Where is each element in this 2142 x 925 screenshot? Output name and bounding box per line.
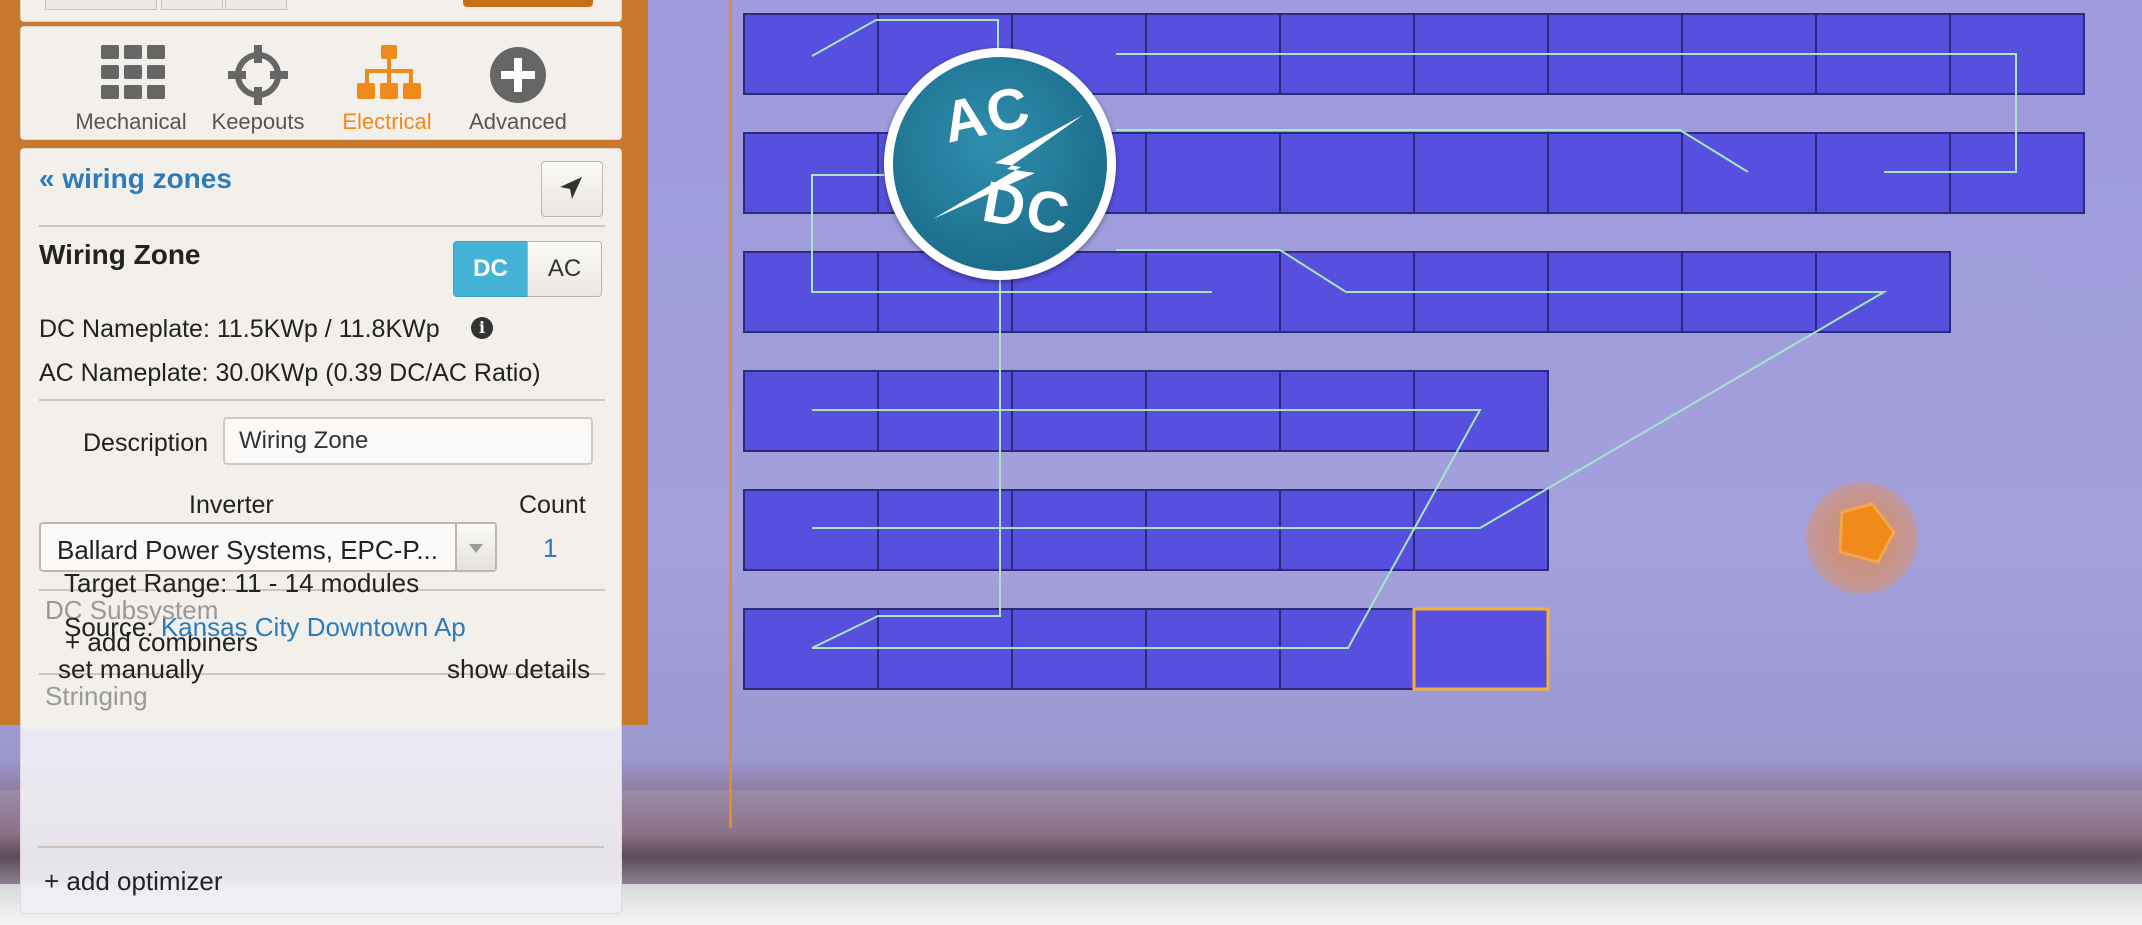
locate-button[interactable] — [541, 161, 603, 217]
inverter-selected-value: Ballard Power Systems, EPC-P... — [57, 535, 438, 565]
solar-module[interactable] — [1145, 489, 1281, 571]
grid-icon — [101, 45, 165, 99]
solar-module[interactable] — [743, 13, 879, 95]
description-label: Description — [83, 429, 209, 457]
solar-module[interactable] — [1413, 489, 1549, 571]
inverter-count[interactable]: 1 — [543, 533, 557, 564]
solar-module[interactable] — [877, 489, 1013, 571]
top-toolbar-strip — [20, 0, 622, 22]
string-wire-6 — [811, 280, 1482, 649]
solar-module[interactable] — [1279, 489, 1415, 571]
stringing-heading: Stringing — [45, 681, 148, 711]
solar-module[interactable] — [1279, 132, 1415, 214]
badge-inner: AC DC — [893, 57, 1107, 271]
ac-dc-badge[interactable]: AC DC — [884, 48, 1116, 280]
tab-advanced[interactable]: Advanced — [453, 37, 583, 137]
tab-label: Advanced — [469, 109, 567, 134]
network-icon — [357, 45, 421, 99]
ac-toggle-button[interactable]: AC — [527, 241, 602, 297]
source-line: Source: Kansas City Downtown Ap — [64, 612, 466, 643]
tab-label: Keepouts — [211, 109, 305, 134]
info-icon[interactable]: i — [471, 317, 493, 339]
inverter-select[interactable]: Ballard Power Systems, EPC-P... — [39, 522, 497, 572]
solar-module[interactable] — [1681, 132, 1817, 214]
toolbar-button-2[interactable] — [161, 0, 223, 10]
solar-module[interactable] — [1547, 132, 1683, 214]
tab-electrical[interactable]: Electrical — [322, 37, 452, 137]
solar-module[interactable] — [1011, 489, 1147, 571]
tab-label: Electrical — [342, 109, 432, 134]
inverter-label: Inverter — [189, 491, 274, 519]
badge-dc-text: DC — [978, 168, 1076, 249]
ac-nameplate: AC Nameplate: 30.0KWp (0.39 DC/AC Ratio) — [39, 359, 541, 387]
divider — [39, 399, 605, 401]
dc-toggle-button[interactable]: DC — [453, 241, 528, 297]
solar-module-selected[interactable] — [1412, 607, 1550, 691]
tab-keepouts[interactable]: Keepouts — [193, 37, 323, 137]
target-range: Target Range: 11 - 14 modules — [64, 568, 420, 598]
tool-tabs: Mechanical Keepouts Electrical Advanced — [20, 26, 622, 167]
solar-module[interactable] — [1413, 132, 1549, 214]
solar-module[interactable] — [743, 489, 879, 571]
tab-mechanical[interactable]: Mechanical — [66, 37, 196, 137]
tab-label: Mechanical — [75, 109, 187, 134]
plus-circle-icon — [490, 47, 546, 103]
weather-source-link[interactable]: Kansas City Downtown Ap — [161, 612, 466, 642]
divider — [38, 846, 604, 848]
count-label: Count — [519, 491, 586, 519]
divider — [39, 225, 605, 227]
dc-nameplate: DC Nameplate: 11.5KWp / 11.8KWp — [39, 315, 440, 343]
description-input[interactable] — [223, 417, 593, 465]
chevron-down-icon[interactable] — [455, 524, 495, 570]
source-label: Source: — [64, 612, 161, 642]
add-optimizer-link[interactable]: + add optimizer — [44, 866, 222, 897]
toolbar-button-3[interactable] — [225, 0, 287, 10]
dc-ac-toggle[interactable]: DC AC — [453, 241, 603, 297]
zone-title: Wiring Zone — [39, 239, 201, 270]
navigation-arrow-icon — [560, 177, 582, 199]
set-manually-link[interactable]: set manually — [58, 654, 204, 685]
pentagon-keepout-icon — [1838, 502, 1896, 564]
primary-action-button[interactable] — [463, 0, 593, 7]
crosshair-icon — [228, 45, 288, 105]
toolbar-button-1[interactable] — [45, 0, 157, 10]
roof-obstruction[interactable] — [1806, 482, 1918, 594]
show-details-link[interactable]: show details — [447, 654, 590, 685]
sidebar: Mechanical Keepouts Electrical Advanced … — [20, 0, 622, 925]
solar-module[interactable] — [1145, 132, 1281, 214]
back-to-wiring-zones-link[interactable]: « wiring zones — [39, 163, 232, 195]
